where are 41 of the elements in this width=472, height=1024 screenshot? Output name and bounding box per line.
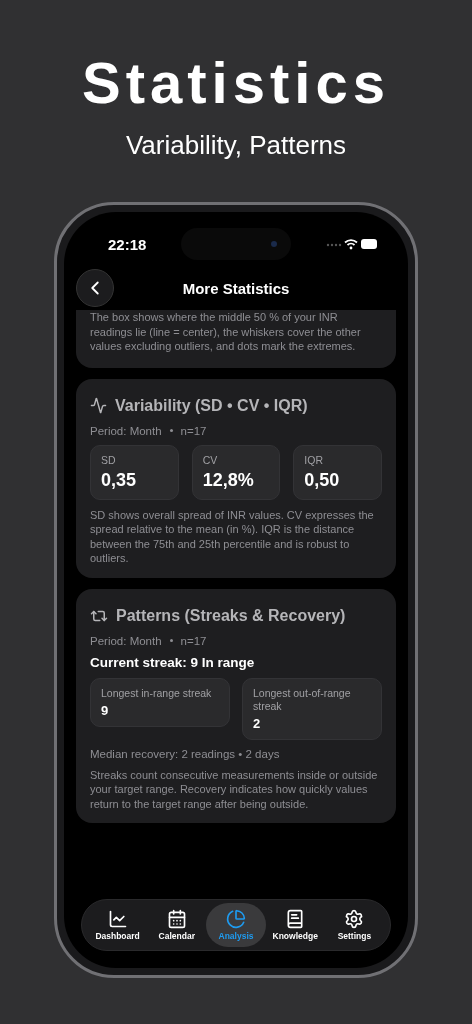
period-label: Period: Month xyxy=(90,634,162,647)
patterns-note: Streaks count consecutive measurements inside or outside your target range. Recovery indicates how quickly values return to the target range after being outside. xyxy=(90,767,379,811)
settings-icon xyxy=(344,909,365,929)
metric-label: Longest out-of-range streak xyxy=(253,686,352,713)
metric-value: 12,8% xyxy=(202,469,255,491)
metric-value: 9 xyxy=(101,702,110,718)
document-icon xyxy=(285,909,306,929)
page-title: Statistics xyxy=(82,50,390,116)
sample-count: n=17 xyxy=(180,634,207,647)
camera-icon xyxy=(271,241,278,247)
current-streak: Current streak: 9 In range xyxy=(90,654,256,670)
screen-title: More Statistics xyxy=(181,279,291,297)
box-plot-note: The box shows where the middle 50 % of your INR readings lie (line = center), the whiskers cover the other values excluding outliers, and dots mark the extremes. xyxy=(90,310,362,354)
tab[interactable]: Knowledge xyxy=(265,903,325,947)
page-subtitle: Variability, Patterns xyxy=(125,130,347,160)
period-label: Period: Month xyxy=(90,424,162,437)
variability-note: SD shows overall spread of INR values. CV expresses the spread relative to the mean (in %). IQR is the distance between the 75th and 25th percentile and is robust to outliers. xyxy=(90,507,375,566)
median-recovery: Median recovery: 2 readings • 2 days xyxy=(90,747,281,760)
tab[interactable]: Settings xyxy=(324,903,384,947)
metric-label: CV xyxy=(202,453,219,467)
metric-label: IQR xyxy=(304,453,324,467)
sample-count: n=17 xyxy=(180,424,207,437)
card-title: Patterns (Streaks & Recovery) xyxy=(116,606,346,625)
card-title: Variability (SD • CV • IQR) xyxy=(115,396,308,415)
pie-chart-icon xyxy=(226,909,246,929)
calendar-icon xyxy=(166,909,187,929)
chart-line-icon xyxy=(107,909,128,929)
metric-value: 0,35 xyxy=(101,469,138,491)
separator-dot xyxy=(169,639,173,642)
tab[interactable]: Analysis xyxy=(206,903,266,947)
back-button[interactable] xyxy=(76,269,114,307)
metric-label: SD xyxy=(101,453,117,467)
status-icons xyxy=(326,238,378,250)
metric-value: 2 xyxy=(253,715,262,731)
tab[interactable]: Calendar xyxy=(147,903,207,947)
metric-value: 0,50 xyxy=(304,469,341,491)
metric-label: Longest in-range streak xyxy=(101,686,213,700)
tab[interactable]: Dashboard xyxy=(88,903,148,947)
status-time: 22:18 xyxy=(108,235,147,253)
pulse-icon xyxy=(90,397,107,414)
separator-dot xyxy=(169,429,173,432)
